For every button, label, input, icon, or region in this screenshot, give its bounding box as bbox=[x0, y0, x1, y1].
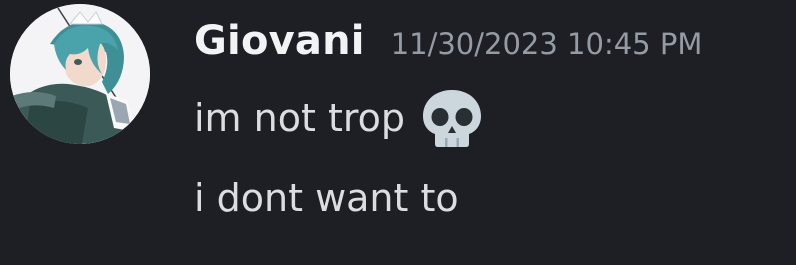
message-text: im not trop bbox=[194, 96, 406, 140]
username[interactable]: Giovani bbox=[194, 18, 365, 64]
message-line: i dont want to bbox=[194, 170, 459, 226]
message-timestamp: 11/30/2023 10:45 PM bbox=[390, 27, 703, 61]
chat-message: Giovani 11/30/2023 10:45 PM im not trop … bbox=[0, 0, 796, 265]
message-header: Giovani 11/30/2023 10:45 PM bbox=[194, 18, 702, 70]
user-avatar[interactable] bbox=[10, 4, 150, 144]
message-text: i dont want to bbox=[194, 176, 459, 220]
message-line: im not trop bbox=[194, 88, 485, 148]
avatar-image bbox=[10, 4, 150, 144]
skull-icon[interactable] bbox=[419, 88, 485, 148]
